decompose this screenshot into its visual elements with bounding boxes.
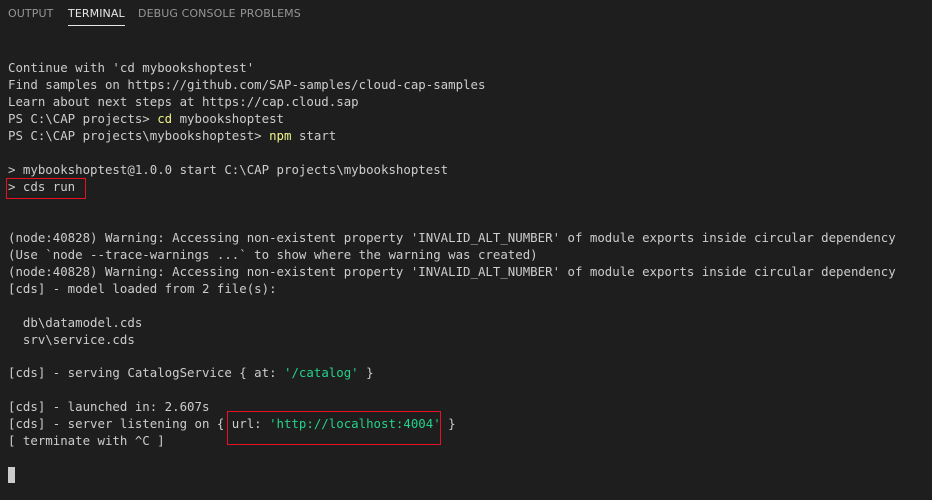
command-name: npm <box>269 128 292 143</box>
terminal-line: [cds] - serving CatalogService { at: '/c… <box>8 364 374 381</box>
service-path: '/catalog' <box>284 365 359 380</box>
prompt: PS C:\CAP projects\mybookshoptest> <box>8 128 270 143</box>
terminal-prompt-line: PS C:\CAP projects\mybookshoptest> npm s… <box>8 127 336 144</box>
terminal-cursor <box>8 467 15 483</box>
terminal-line: Learn about next steps at https://cap.cl… <box>8 94 359 109</box>
log-text: } <box>440 416 456 431</box>
terminal-prompt-line: PS C:\CAP projects> cd mybookshoptest <box>8 110 284 127</box>
terminal-line: (node:40828) Warning: Accessing non-exis… <box>8 264 896 279</box>
cds-run-highlight-box <box>6 178 86 199</box>
terminal-line: srv\service.cds <box>8 332 135 347</box>
command-args: mybookshoptest <box>172 111 285 126</box>
log-text: [cds] - serving CatalogService { at: <box>8 365 285 380</box>
terminal-line: [cds] - model loaded from 2 file(s): <box>8 281 277 296</box>
terminal-line: Find samples on https://github.com/SAP-s… <box>8 77 486 92</box>
command-name: cd <box>157 111 173 126</box>
terminal-line: Continue with 'cd mybookshoptest' <box>8 60 255 75</box>
prompt: PS C:\CAP projects> <box>8 111 158 126</box>
terminal-line: > mybookshoptest@1.0.0 start C:\CAP proj… <box>8 162 449 177</box>
terminal-output[interactable]: Continue with 'cd mybookshoptest' Find s… <box>0 0 932 500</box>
log-text: } <box>358 365 374 380</box>
terminal-line: [ terminate with ^C ] <box>8 433 165 448</box>
terminal-line: db\datamodel.cds <box>8 315 143 330</box>
terminal-line: (node:40828) Warning: Accessing non-exis… <box>8 230 896 245</box>
terminal-line: (Use `node --trace-warnings ...` to show… <box>8 247 538 262</box>
command-args: start <box>291 128 337 143</box>
terminal-panel: OUTPUT TERMINAL DEBUG CONSOLE PROBLEMS C… <box>0 0 932 500</box>
terminal-line: [cds] - launched in: 2.607s <box>8 399 210 414</box>
server-url-highlight-box <box>227 411 441 445</box>
